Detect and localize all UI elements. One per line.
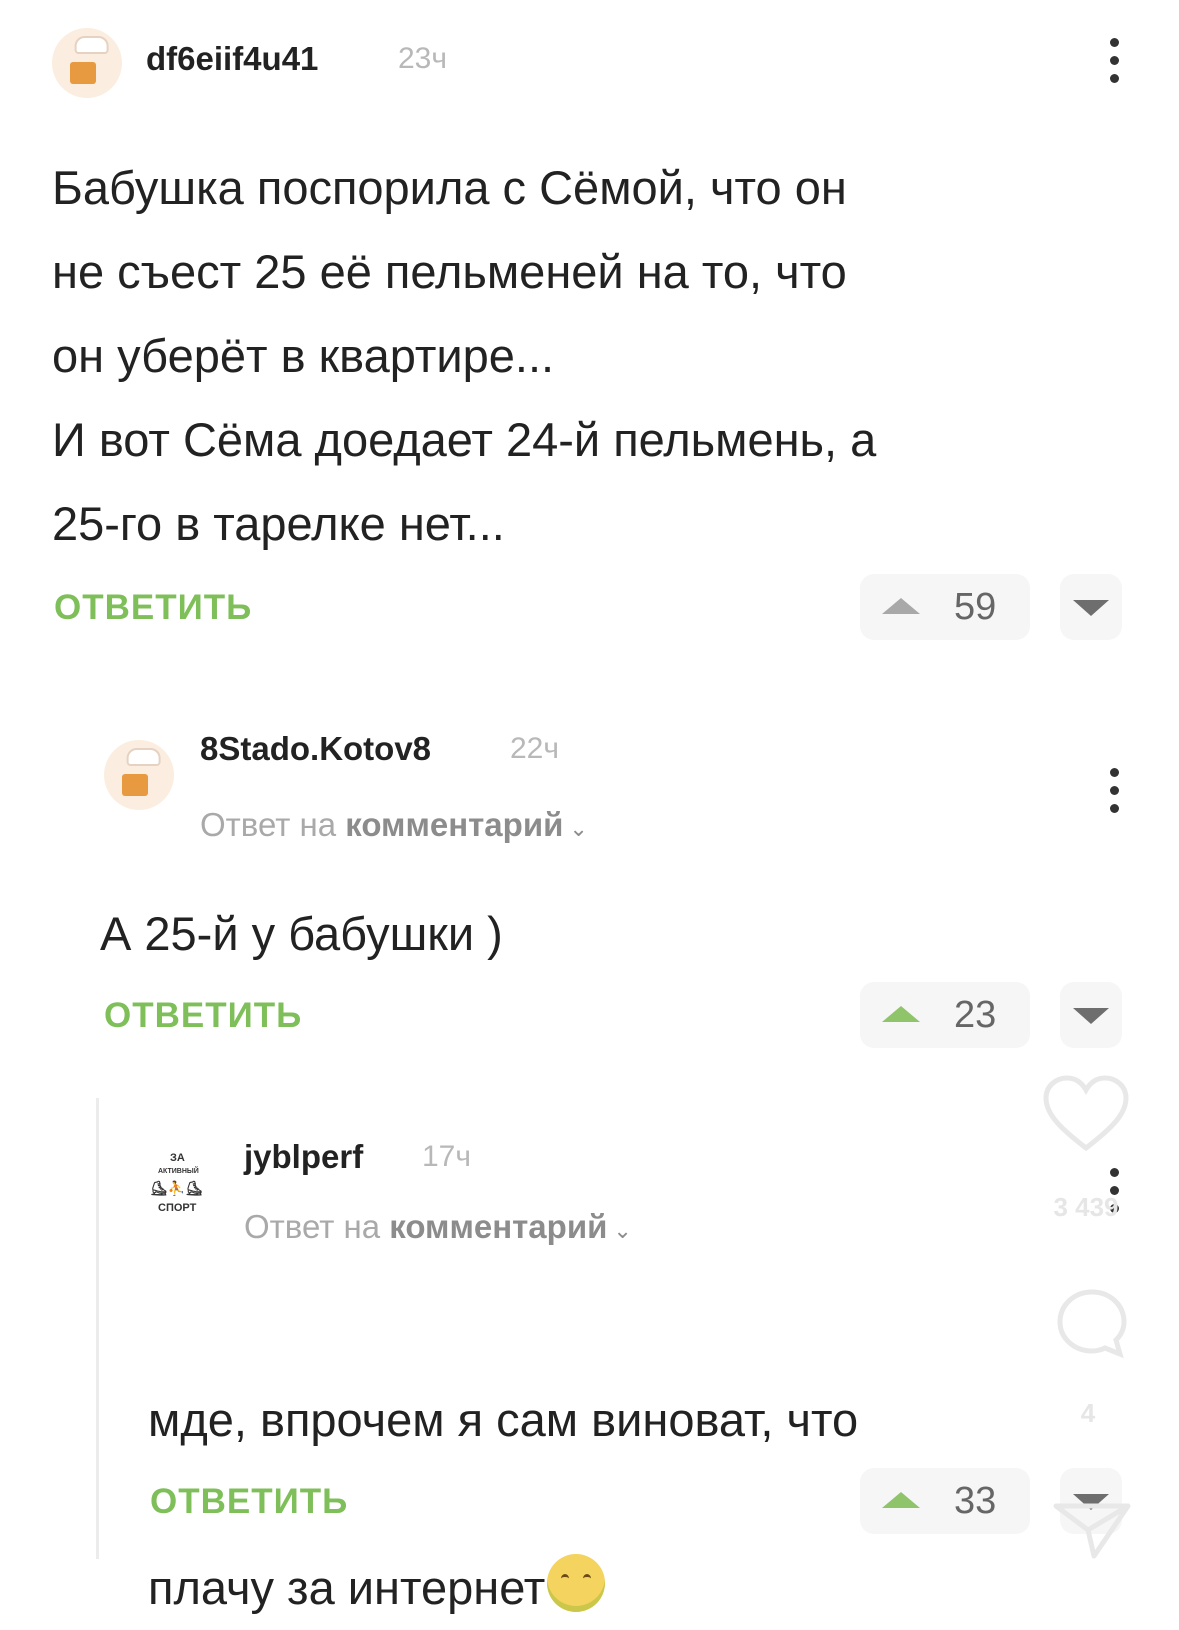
like-count: 3 439: [1053, 1192, 1119, 1222]
send-icon[interactable]: [1050, 1496, 1134, 1559]
upvote-button[interactable]: 59: [860, 574, 1030, 640]
comment-text: Бабушка поспорила с Сёмой, что он не съе…: [52, 161, 877, 550]
upvote-button[interactable]: 33: [860, 1468, 1030, 1534]
more-options-icon[interactable]: [1110, 768, 1122, 822]
upvote-icon: [882, 1006, 920, 1022]
vote-count: 59: [954, 586, 997, 628]
downvote-button[interactable]: [1060, 574, 1122, 640]
upvote-icon: [882, 598, 920, 614]
reply-to-target[interactable]: комментарий: [389, 1208, 607, 1245]
avatar-logo-text: АКТИВНЫЙ: [158, 1168, 199, 1175]
comment-count: 4: [1080, 1398, 1096, 1428]
chevron-down-icon[interactable]: ⌄: [613, 1218, 631, 1243]
reply-to-prefix: Ответ на: [244, 1208, 381, 1245]
sick-face-emoji-icon: [547, 1554, 606, 1612]
comment-text: мде, впрочем я сам виноват, что плачу за…: [148, 1294, 1148, 1630]
upvote-icon: [882, 1492, 920, 1508]
username[interactable]: df6eiif4u41: [146, 40, 318, 78]
vote-count: 23: [954, 994, 997, 1036]
thread-line: [96, 1098, 99, 1559]
upvote-button[interactable]: 23: [860, 982, 1030, 1048]
comment-text-line: плачу за интернет: [148, 1561, 546, 1614]
avatar[interactable]: ЗА АКТИВНЫЙ ⛸⛹⛸ СПОРТ: [146, 1152, 234, 1222]
reply-button[interactable]: ОТВЕТИТЬ: [104, 996, 302, 1036]
reply-to-link[interactable]: Ответ на комментарий ⌄: [200, 806, 588, 844]
comment-icon[interactable]: [1050, 1284, 1134, 1368]
timestamp: 17ч: [422, 1140, 471, 1173]
avatar-logo-text: ЗА: [170, 1152, 185, 1164]
avatar[interactable]: [52, 28, 122, 98]
avatar[interactable]: [104, 740, 174, 810]
reply-button[interactable]: ОТВЕТИТЬ: [150, 1482, 348, 1522]
more-options-icon[interactable]: [1110, 38, 1122, 92]
comment-text-line: мде, впрочем я сам виноват, что: [148, 1393, 859, 1446]
reply-to-link[interactable]: Ответ на комментарий ⌄: [244, 1208, 632, 1246]
athletes-icon: ⛸⛹⛸: [150, 1180, 203, 1196]
timestamp: 23ч: [398, 42, 447, 75]
reply-button[interactable]: ОТВЕТИТЬ: [54, 588, 252, 628]
downvote-icon: [1073, 600, 1109, 616]
vote-count: 33: [954, 1480, 997, 1522]
avatar-logo-text: СПОРТ: [158, 1202, 197, 1214]
username[interactable]: 8Stado.Kotov8: [200, 730, 431, 768]
downvote-button[interactable]: [1060, 982, 1122, 1048]
username[interactable]: jyblperf: [244, 1138, 363, 1176]
timestamp: 22ч: [510, 732, 559, 765]
comment-text: А 25-й у бабушки ): [100, 907, 503, 960]
reply-to-prefix: Ответ на: [200, 806, 337, 843]
heart-icon[interactable]: [1040, 1074, 1132, 1154]
downvote-icon: [1073, 1008, 1109, 1024]
reply-to-target[interactable]: комментарий: [345, 806, 563, 843]
chevron-down-icon[interactable]: ⌄: [569, 816, 587, 841]
